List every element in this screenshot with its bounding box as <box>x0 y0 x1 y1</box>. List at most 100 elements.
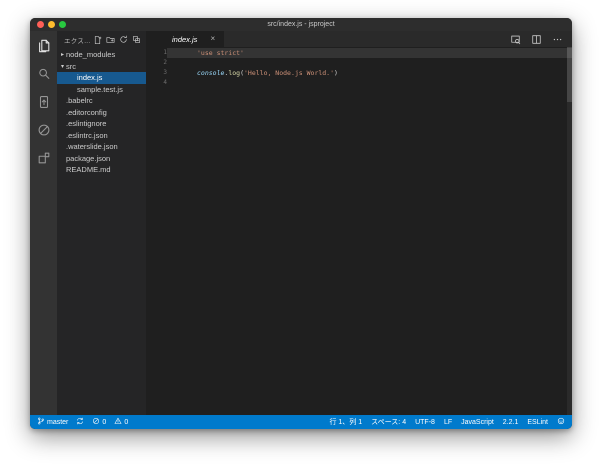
tree-item-src[interactable]: ▾src <box>57 61 146 73</box>
sidebar-title: エクス... <box>64 35 93 45</box>
scrollbar-thumb[interactable] <box>567 47 572 102</box>
desktop-background: src/index.js - jsproject エクス... ▸node_mo… <box>0 0 600 465</box>
tree-item-label: .editorconfig <box>66 108 107 117</box>
titlebar[interactable]: src/index.js - jsproject <box>30 18 572 31</box>
tab-close-icon[interactable]: × <box>210 35 215 43</box>
status-language-mode-label: JavaScript <box>461 419 494 426</box>
status-errors[interactable]: 0 <box>92 417 106 427</box>
status-indentation[interactable]: スペース: 4 <box>371 417 406 427</box>
tree-item-sample-test-js[interactable]: sample.test.js <box>57 84 146 96</box>
chevron-right-icon: ▸ <box>59 51 66 58</box>
workbench: エクス... ▸node_modules▾srcindex.jssample.t… <box>30 31 572 415</box>
status-warnings[interactable]: 0 <box>114 417 128 427</box>
status-bar: master 0 0 行 1、列 1 スペース: 4 UTF-8 LF JavaScript… <box>30 415 572 429</box>
refresh-button[interactable] <box>119 31 128 49</box>
tree-item--babelrc[interactable]: .babelrc <box>57 95 146 107</box>
status-cursor-position[interactable]: 行 1、列 1 <box>329 417 362 427</box>
debug-view-button[interactable] <box>30 118 57 146</box>
tree-item-label: README.md <box>66 165 111 174</box>
status-git-branch-label: master <box>47 419 68 426</box>
sidebar-header: エクス... <box>57 31 146 49</box>
tree-item-label: .babelrc <box>66 96 93 105</box>
tree-item--eslintrc-json[interactable]: .eslintrc.json <box>57 130 146 142</box>
tree-item-index-js[interactable]: index.js <box>57 72 146 84</box>
tree-item--eslintignore[interactable]: .eslintignore <box>57 118 146 130</box>
minimize-window-button[interactable] <box>48 21 55 28</box>
tree-item-README-md[interactable]: README.md <box>57 164 146 176</box>
status-eol[interactable]: LF <box>444 419 452 426</box>
status-indentation-label: スペース: 4 <box>371 417 406 427</box>
source-control-icon <box>37 95 51 114</box>
tree-item-label: package.json <box>66 154 110 163</box>
tab-index-js[interactable]: index.js × <box>146 31 224 47</box>
status-git-branch[interactable]: master <box>37 417 68 427</box>
status-eslint-status-label: ESLint <box>527 419 548 426</box>
code-editor[interactable]: 1'use strict'23console.log('Hello, Node.… <box>146 47 572 415</box>
sync-icon <box>76 417 84 427</box>
explorer-view-button[interactable] <box>30 34 57 62</box>
open-preview-icon[interactable] <box>510 34 521 45</box>
split-editor-icon[interactable] <box>531 34 542 45</box>
code-line: 4 <box>146 78 572 88</box>
traffic-lights <box>37 18 66 31</box>
line-number: 4 <box>146 78 167 88</box>
status-bar-right: 行 1、列 1 スペース: 4 UTF-8 LF JavaScript 2.2.1 ESLi… <box>329 417 565 427</box>
tree-item-label: index.js <box>77 73 102 82</box>
search-view-button[interactable] <box>30 62 57 90</box>
status-eol-label: LF <box>444 419 452 426</box>
new-file-icon <box>93 31 102 49</box>
tree-item--editorconfig[interactable]: .editorconfig <box>57 107 146 119</box>
status-encoding[interactable]: UTF-8 <box>415 419 435 426</box>
collapse-all-button[interactable] <box>132 31 141 49</box>
status-language-mode[interactable]: JavaScript <box>461 419 494 426</box>
code-token: console <box>197 69 224 77</box>
error-icon <box>92 417 100 427</box>
line-content: console.log('Hello, Node.js World.') <box>167 68 572 78</box>
tree-item--waterslide-json[interactable]: .waterslide.json <box>57 141 146 153</box>
sidebar-actions <box>93 31 141 49</box>
line-number: 1 <box>146 48 167 58</box>
code-line: 2 <box>146 58 572 68</box>
code-token: ) <box>334 69 338 77</box>
tree-item-node-modules[interactable]: ▸node_modules <box>57 49 146 61</box>
explorer-icon <box>37 39 51 58</box>
status-errors-label: 0 <box>102 419 106 426</box>
extensions-icon <box>37 151 51 170</box>
status-bar-left: master 0 0 <box>37 417 128 427</box>
source-control-view-button[interactable] <box>30 90 57 118</box>
code-line: 1'use strict' <box>146 48 572 58</box>
status-feedback[interactable] <box>557 417 565 427</box>
zoom-window-button[interactable] <box>59 21 66 28</box>
smiley-icon <box>557 417 565 427</box>
vscode-window: src/index.js - jsproject エクス... ▸node_mo… <box>30 18 572 429</box>
chevron-down-icon: ▾ <box>59 63 66 70</box>
status-warnings-label: 0 <box>124 419 128 426</box>
tree-item-label: node_modules <box>66 50 115 59</box>
line-number: 3 <box>146 68 167 78</box>
new-folder-button[interactable] <box>106 31 115 49</box>
tab-bar: index.js × <box>146 31 572 47</box>
status-eslint-status[interactable]: ESLint <box>527 419 548 426</box>
warning-icon <box>114 417 122 427</box>
status-encoding-label: UTF-8 <box>415 419 435 426</box>
search-icon <box>37 67 51 86</box>
status-sync[interactable] <box>76 417 84 427</box>
extensions-view-button[interactable] <box>30 146 57 174</box>
status-cursor-position-label: 行 1、列 1 <box>329 417 362 427</box>
debug-icon <box>37 123 51 142</box>
close-window-button[interactable] <box>37 21 44 28</box>
tree-item-label: src <box>66 62 76 71</box>
editor-scrollbar[interactable] <box>567 47 572 415</box>
tree-item-package-json[interactable]: package.json <box>57 153 146 165</box>
more-actions-icon[interactable] <box>552 34 563 45</box>
line-content <box>167 78 572 88</box>
editor-group: index.js × 1'use strict'23console.log('H… <box>146 31 572 415</box>
new-file-button[interactable] <box>93 31 102 49</box>
new-folder-icon <box>106 31 115 49</box>
tree-item-label: .eslintrc.json <box>66 131 108 140</box>
status-extension-version-label: 2.2.1 <box>503 419 519 426</box>
editor-actions <box>510 31 572 47</box>
collapse-all-icon <box>132 31 141 49</box>
status-extension-version[interactable]: 2.2.1 <box>503 419 519 426</box>
tree-item-label: .eslintignore <box>66 119 106 128</box>
